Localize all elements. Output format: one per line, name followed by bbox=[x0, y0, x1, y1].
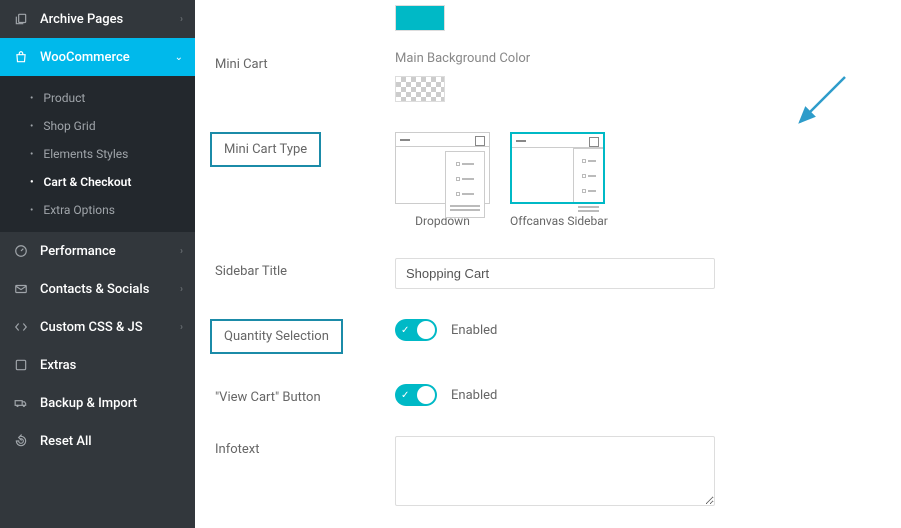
chevron-right-icon: › bbox=[180, 14, 183, 25]
color-swatch-label-bg[interactable] bbox=[395, 5, 445, 31]
sidebar-item-custom-css-js[interactable]: Custom CSS & JS › bbox=[0, 308, 195, 346]
field-label-main-bg-color: Main Background Color bbox=[395, 51, 881, 66]
mail-icon bbox=[12, 280, 30, 298]
sidebar-title-input[interactable] bbox=[395, 258, 715, 289]
sidebar-item-label: Custom CSS & JS bbox=[40, 320, 180, 335]
sidebar-item-woocommerce[interactable]: WooCommerce ⌄ bbox=[0, 38, 195, 76]
chevron-down-icon: ⌄ bbox=[175, 52, 183, 63]
gauge-icon bbox=[12, 242, 30, 260]
toggle-status-viewcart: Enabled bbox=[451, 388, 497, 403]
check-icon: ✓ bbox=[401, 325, 409, 336]
sidebar-item-label: Archive Pages bbox=[40, 12, 180, 27]
chevron-right-icon: › bbox=[180, 322, 183, 333]
sidebar-item-label: Performance bbox=[40, 244, 180, 259]
mini-cart-type-radio-group: Dropdown O bbox=[395, 132, 881, 228]
sidebar-item-contacts-socials[interactable]: Contacts & Socials › bbox=[0, 270, 195, 308]
toggle-quantity-selection[interactable]: ✓ bbox=[395, 319, 437, 341]
bag-icon bbox=[12, 48, 30, 66]
sidebar-item-label: Backup & Import bbox=[40, 396, 183, 411]
sidebar-item-extras[interactable]: Extras bbox=[0, 346, 195, 384]
sidebar-subitem-product[interactable]: Product bbox=[0, 84, 195, 112]
radio-option-offcanvas[interactable]: Offcanvas Sidebar bbox=[510, 132, 608, 228]
field-label-mini-cart-type: Mini Cart Type bbox=[224, 142, 307, 157]
sidebar-item-label: WooCommerce bbox=[40, 50, 175, 65]
code-icon bbox=[12, 318, 30, 336]
check-icon: ✓ bbox=[401, 390, 409, 401]
reset-icon bbox=[12, 432, 30, 450]
sidebar-item-label: Extras bbox=[40, 358, 183, 373]
sidebar-submenu: Product Shop Grid Elements Styles Cart &… bbox=[0, 76, 195, 232]
thumb-dropdown bbox=[395, 132, 490, 204]
field-label-sidebar-title: Sidebar Title bbox=[215, 258, 395, 279]
chevron-right-icon: › bbox=[180, 284, 183, 295]
sidebar-subitem-elements-styles[interactable]: Elements Styles bbox=[0, 140, 195, 168]
field-label-amount-color: Amount Label Color bbox=[215, 0, 395, 3]
radio-option-dropdown[interactable]: Dropdown bbox=[395, 132, 490, 228]
toggle-status-quantity: Enabled bbox=[451, 323, 497, 338]
thumb-offcanvas bbox=[510, 132, 605, 204]
sidebar: Archive Pages › WooCommerce ⌄ Product Sh… bbox=[0, 0, 195, 528]
field-label-view-cart-button: "View Cart" Button bbox=[215, 384, 395, 405]
sidebar-subitem-cart-checkout[interactable]: Cart & Checkout bbox=[0, 168, 195, 196]
highlight-mini-cart-type: Mini Cart Type bbox=[210, 132, 321, 167]
radio-caption-offcanvas: Offcanvas Sidebar bbox=[510, 214, 608, 228]
field-label-infotext: Infotext bbox=[215, 436, 395, 457]
field-label-quantity-selection: Quantity Selection bbox=[224, 329, 329, 344]
sidebar-item-label: Contacts & Socials bbox=[40, 282, 180, 297]
sidebar-item-archive-pages[interactable]: Archive Pages › bbox=[0, 0, 195, 38]
settings-panel: Amount Label Color Label Background Colo… bbox=[195, 0, 901, 528]
sidebar-subitem-extra-options[interactable]: Extra Options bbox=[0, 196, 195, 224]
highlight-quantity-selection: Quantity Selection bbox=[210, 319, 343, 354]
chevron-right-icon: › bbox=[180, 246, 183, 257]
color-swatch-main-bg[interactable] bbox=[395, 76, 445, 102]
sidebar-item-label: Reset All bbox=[40, 434, 183, 449]
sidebar-item-backup-import[interactable]: Backup & Import bbox=[0, 384, 195, 422]
puzzle-icon bbox=[12, 356, 30, 374]
infotext-textarea[interactable] bbox=[395, 436, 715, 506]
sidebar-item-performance[interactable]: Performance › bbox=[0, 232, 195, 270]
copy-icon bbox=[12, 10, 30, 28]
sidebar-item-reset-all[interactable]: Reset All bbox=[0, 422, 195, 460]
toggle-view-cart-button[interactable]: ✓ bbox=[395, 384, 437, 406]
truck-icon bbox=[12, 394, 30, 412]
sidebar-subitem-shop-grid[interactable]: Shop Grid bbox=[0, 112, 195, 140]
field-label-mini-cart: Mini Cart bbox=[215, 51, 395, 72]
